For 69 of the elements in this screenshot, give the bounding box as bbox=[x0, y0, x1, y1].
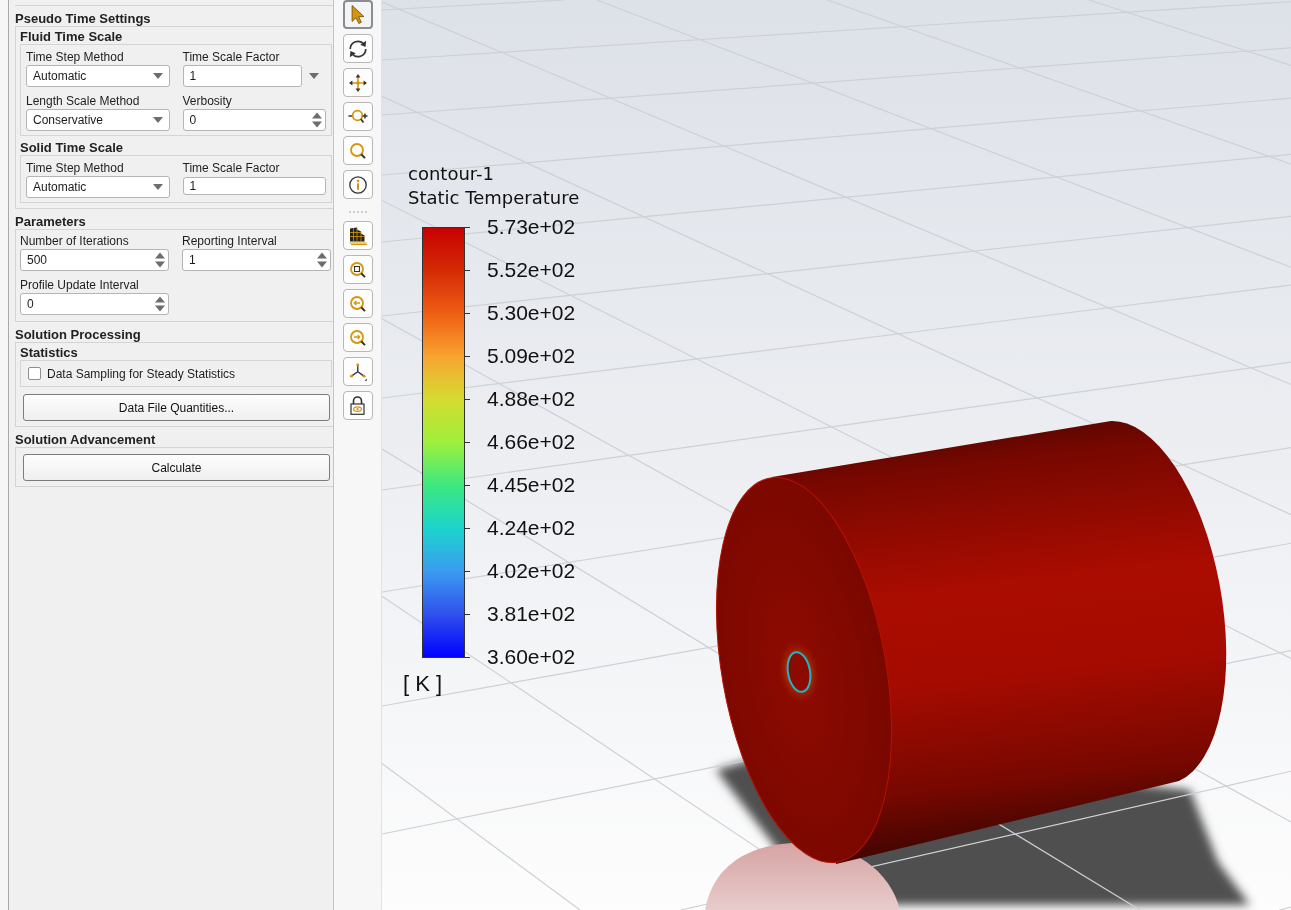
hole bbox=[786, 651, 812, 693]
field-label: Profile Update Interval bbox=[20, 277, 140, 293]
section-title: Solution Processing bbox=[15, 328, 142, 342]
stacked-panels-icon bbox=[348, 226, 367, 245]
toolbar-button[interactable] bbox=[342, 255, 373, 284]
toolbar-button[interactable] bbox=[342, 221, 373, 250]
spinner-field[interactable]: 0 bbox=[182, 109, 326, 131]
lock-eye-icon bbox=[350, 396, 365, 415]
field-label: Time Step Method bbox=[26, 49, 125, 65]
legend-value: 3.81e+02 bbox=[487, 603, 576, 625]
toolbar-button[interactable] bbox=[342, 391, 373, 420]
toolbar-button[interactable] bbox=[342, 68, 373, 97]
field-label: Time Scale Factor bbox=[182, 160, 281, 176]
field-label: Length Scale Method bbox=[26, 93, 141, 109]
caret-icon bbox=[152, 184, 163, 190]
group-title: Fluid Time Scale bbox=[20, 30, 124, 44]
legend-unit: [ K ] bbox=[403, 672, 444, 696]
legend-value: 5.73e+02 bbox=[487, 216, 576, 238]
field-label: Number of Iterations bbox=[20, 233, 130, 249]
field-label: Time Step Method bbox=[26, 160, 125, 176]
checkbox[interactable] bbox=[28, 367, 41, 380]
group-title: Statistics bbox=[20, 346, 79, 360]
dropdown[interactable]: Conservative bbox=[26, 109, 170, 131]
section-title: Parameters bbox=[15, 215, 87, 229]
zoom-icon bbox=[349, 142, 366, 159]
legend-value: 4.88e+02 bbox=[487, 388, 576, 410]
panel-button[interactable]: Data File Quantities... bbox=[23, 394, 330, 421]
caret-icon bbox=[152, 117, 163, 123]
pointer-icon bbox=[350, 5, 365, 24]
spinner-field[interactable]: 0 bbox=[20, 293, 169, 315]
input-field[interactable]: 1 bbox=[182, 65, 302, 87]
legend-value: 5.09e+02 bbox=[487, 345, 576, 367]
rotate-icon bbox=[348, 39, 367, 58]
panel-button[interactable]: Calculate bbox=[23, 454, 330, 481]
toolbar-button[interactable] bbox=[342, 34, 373, 63]
legend-title: contour-1 bbox=[408, 162, 495, 186]
legend-value: 4.02e+02 bbox=[487, 560, 576, 582]
legend-value: 5.52e+02 bbox=[487, 259, 576, 281]
dropdown[interactable]: Automatic bbox=[26, 176, 170, 198]
axes-icon bbox=[348, 362, 367, 381]
legend-quantity: Static Temperature bbox=[408, 186, 580, 210]
input-field[interactable]: 1 bbox=[182, 177, 326, 195]
section-title: Solution Advancement bbox=[15, 433, 157, 447]
toolbar-button[interactable] bbox=[342, 357, 373, 386]
caret-icon bbox=[152, 73, 163, 79]
info-icon bbox=[348, 175, 367, 194]
legend-value: 5.30e+02 bbox=[487, 302, 576, 324]
move-arrows-icon bbox=[348, 73, 367, 92]
field-label: Time Scale Factor bbox=[182, 49, 281, 65]
field-label: Reporting Interval bbox=[182, 233, 278, 249]
spin-arrows-icon[interactable] bbox=[312, 112, 322, 128]
zoom-box-icon bbox=[349, 261, 366, 278]
spin-arrows-icon[interactable] bbox=[155, 252, 165, 268]
legend-value: 4.66e+02 bbox=[487, 431, 576, 453]
field-label: Verbosity bbox=[182, 93, 233, 109]
spinner-field[interactable]: 1 bbox=[182, 249, 331, 271]
section-title: Pseudo Time Settings bbox=[15, 12, 152, 26]
caret-icon[interactable] bbox=[309, 73, 319, 79]
spin-arrows-icon[interactable] bbox=[155, 296, 165, 312]
spinner-field[interactable]: 500 bbox=[20, 249, 169, 271]
checkbox-label: Data Sampling for Steady Statistics bbox=[47, 366, 236, 381]
group-title: Solid Time Scale bbox=[20, 141, 125, 155]
legend-value: 4.45e+02 bbox=[487, 474, 576, 496]
toolbar-button[interactable] bbox=[342, 170, 373, 199]
legend-value: 3.60e+02 bbox=[487, 646, 576, 668]
spin-arrows-icon[interactable] bbox=[317, 252, 327, 268]
dropdown[interactable]: Automatic bbox=[26, 65, 170, 87]
legend-value: 4.24e+02 bbox=[487, 517, 576, 539]
zoom-plus-minus-icon bbox=[347, 109, 368, 124]
